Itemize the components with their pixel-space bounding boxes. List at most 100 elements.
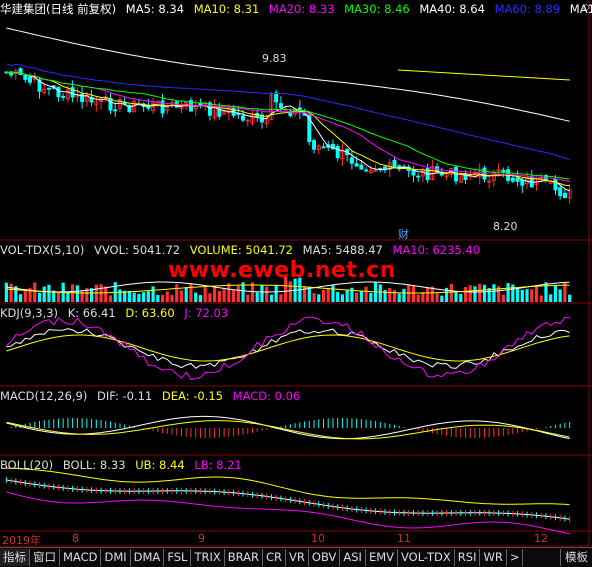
volume-ma10-value: MA10: 6235.40 [392,243,481,257]
tab-indicator[interactable]: 指标 [0,549,30,566]
volume-bar [217,291,221,302]
kdj-k-value: K: 66.41 [67,306,116,320]
chart-canvas [0,0,592,547]
volume-bar [222,287,226,302]
volume-bar [440,295,444,302]
tab-trix[interactable]: TRIX [191,549,225,566]
volume-bar [468,285,472,302]
volume-bar [56,291,61,302]
candle-body [349,157,354,164]
volume-bar [539,295,543,302]
candle-body [61,96,66,98]
tab-window[interactable]: 窗口 [30,549,60,566]
volume-bar [388,287,392,302]
volume-bar [231,290,236,302]
volume-bar [265,286,269,302]
volume-bar [506,283,510,302]
stock-title[interactable]: 华建集团(日线 前复权) [0,2,116,16]
tab-brar[interactable]: BRAR [225,549,264,566]
volume-bar [288,281,292,302]
volume-bar [160,294,165,302]
volume-bar [156,295,160,302]
ma20-line [6,71,570,182]
tab-fsl[interactable]: FSL [164,549,192,566]
vvol-value: VVOL: 5041.72 [94,243,181,257]
x-axis-month-8: 8 [72,532,79,545]
volume-bar [345,290,349,302]
volume-bar [260,284,264,302]
tab-vol-tdx[interactable]: VOL-TDX [398,549,455,566]
volume-bar [175,284,179,302]
template-button[interactable]: 模板 [560,549,592,566]
candle-body [274,92,279,103]
kdj-k-line [6,328,570,369]
volume-bar [104,286,108,302]
volume-indicator-name[interactable]: VOL-TDX(5,10) [0,243,84,257]
candle-body [359,164,364,170]
tab-obv[interactable]: OBV [309,549,341,566]
tab-asi[interactable]: ASI [340,549,366,566]
volume-bar [33,282,37,302]
volume-bar [184,287,188,302]
boll-mid-line [6,479,570,520]
volume-bar [236,285,240,302]
volume-bar [369,292,373,302]
volume-bar [179,290,184,302]
tab-macd[interactable]: MACD [60,549,102,566]
watermark-text: www.eweb.net.cn [168,258,396,283]
x-axis-month-9: 9 [198,532,205,545]
candle-body [510,177,515,182]
x-axis-month-11: 11 [397,532,411,545]
candle-body [28,76,33,83]
volume-bar [198,295,203,302]
macd-dea-value: DEA: -0.15 [161,389,223,403]
candle-body [278,103,283,109]
ma30-line [6,71,570,180]
volume-bar [568,294,572,302]
volume-bar [255,292,259,302]
volume-bar [279,294,283,302]
tab-wr[interactable]: WR [480,549,507,566]
tab-more-arrow[interactable]: > [507,549,524,566]
volume-bar [132,292,136,302]
finance-marker-label[interactable]: 财 [398,226,409,242]
tab-rsi[interactable]: RSI [455,549,481,566]
scroll-arrows-icon[interactable]: ◇ [582,2,590,13]
tab-dmi[interactable]: DMI [101,549,131,566]
ma-yellow-long-line [397,69,571,81]
volume-bar [378,284,382,302]
candle-body [392,159,397,169]
volume-bar [355,292,359,302]
candle-body [439,173,444,176]
x-axis-year: 2019年 [2,534,41,547]
tab-cr[interactable]: CR [263,549,287,566]
volume-bar [549,294,553,302]
macd-header: MACD(12,26,9) DIF: -0.11 DEA: -0.15 MACD… [0,387,306,405]
volume-bar [459,294,463,302]
volume-bar [42,286,46,302]
volume-bar [553,284,558,302]
tab-vr[interactable]: VR [286,549,309,566]
volume-bar [435,293,439,302]
macd-indicator-name[interactable]: MACD(12,26,9) [0,389,87,403]
volume-bar [336,291,340,302]
volume-bar [127,290,132,302]
tab-dma[interactable]: DMA [131,549,165,566]
high-price-label: 9.83 [262,52,287,65]
volume-bar [520,289,524,302]
tab-emv[interactable]: EMV [366,549,398,566]
kdj-indicator-name[interactable]: KDJ(9,3,3) [0,306,58,320]
boll-indicator-name[interactable]: BOLL(20) [0,458,53,472]
volume-bar [515,287,520,302]
volume-bar [416,294,420,302]
ma60-value: MA60: 8.89 [494,2,561,16]
volume-bar [75,285,79,302]
candle-body [416,175,421,178]
candle-body [553,179,558,191]
candle-body [558,187,563,197]
volume-bar [4,282,8,302]
volume-header: VOL-TDX(5,10) VVOL: 5041.72 VOLUME: 5041… [0,241,486,259]
volume-bar [359,291,363,302]
candle-body [56,86,61,98]
volume-bar [118,289,122,302]
